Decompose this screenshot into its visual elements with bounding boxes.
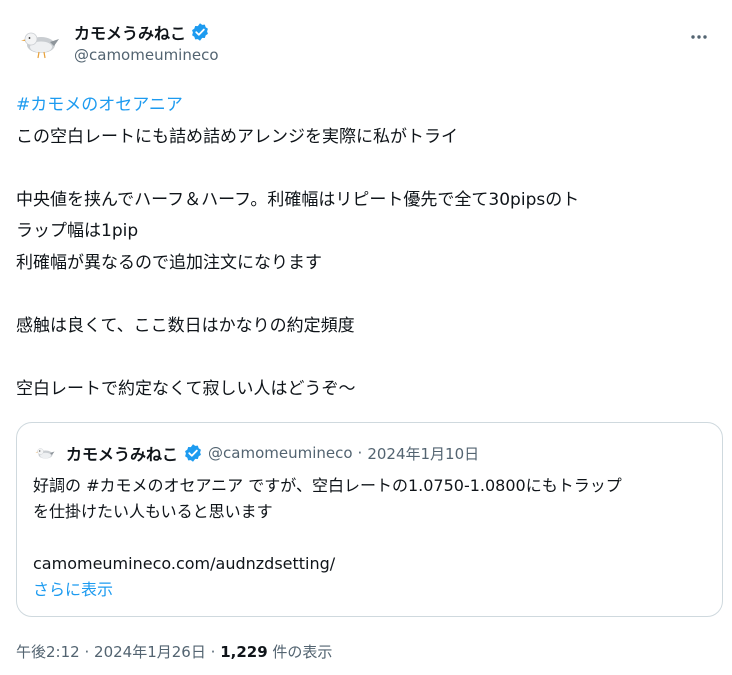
tweet-line: 感触は良くて、ここ数日はかなりの約定頻度	[16, 315, 355, 336]
quoted-hashtag: #カモメのオセアニア	[86, 476, 244, 495]
quoted-url-link[interactable]: camomeumineco.com/audnzdsetting/	[33, 551, 713, 577]
quoted-line: を仕掛けたい人もいると思います	[33, 502, 273, 521]
author-handle[interactable]: @camomeumineco	[74, 46, 219, 64]
quoted-date: 2024年1月10日	[367, 444, 480, 463]
author-display-name[interactable]: カモメうみねこ	[74, 20, 186, 44]
quoted-author-name: カモメうみねこ	[66, 445, 179, 464]
views-count: 1,229	[220, 643, 268, 661]
hashtag-link[interactable]: #カモメのオセアニア	[16, 90, 716, 122]
tweet-date[interactable]: 2024年1月26日	[94, 643, 206, 661]
tweet-line: ラップ幅は1pip	[16, 221, 139, 241]
separator-dot: ·	[84, 643, 90, 661]
tweet-header: カモメうみねこ @camomeumineco	[16, 14, 716, 70]
seagull-avatar-icon	[33, 441, 57, 465]
quoted-tweet-text: 好調の #カモメのオセアニア ですが、空白レートの1.0750-1.0800にも…	[33, 473, 713, 603]
quoted-tweet-header: カモメうみねこ @camomeumineco · 2024年1月10日	[33, 441, 479, 465]
separator-dot: ·	[357, 444, 363, 462]
quoted-tweet-card[interactable]: カモメうみねこ @camomeumineco · 2024年1月10日 好調の …	[16, 422, 723, 617]
verified-badge-icon[interactable]	[190, 22, 210, 42]
show-more-link[interactable]: さらに表示	[33, 577, 713, 603]
tweet-meta: 午後2:12 · 2024年1月26日 · 1,229 件の表示	[16, 641, 332, 662]
tweet-line: この空白レートにも詰め詰めアレンジを実際に私がトライ	[16, 126, 458, 147]
views-label: 件の表示	[272, 643, 333, 661]
tweet-line: 利確幅が異なるので追加注文になります	[16, 252, 322, 273]
more-options-icon[interactable]	[682, 20, 716, 54]
quoted-author-handle: @camomeumineco	[208, 444, 353, 462]
tweet-line: 中央値を挟んでハーフ＆ハーフ。利確幅はリピート優先で全て30pipsのト	[16, 189, 580, 210]
quoted-line: 好調の #カモメのオセアニア ですが、空白レートの1.0750-1.0800にも…	[33, 473, 713, 499]
tweet-line: 空白レートで約定なくて寂しい人はどうぞ～	[16, 378, 356, 399]
tweet-time[interactable]: 午後2:12	[16, 643, 80, 661]
tweet-text: #カモメのオセアニア この空白レートにも詰め詰めアレンジを実際に私がトライ 中央…	[16, 90, 716, 405]
quoted-text-prefix: 好調の	[33, 476, 87, 495]
verified-badge-icon	[183, 443, 203, 463]
separator-dot: ·	[210, 643, 216, 661]
seagull-avatar-icon[interactable]	[16, 18, 64, 66]
quoted-text-suffix: ですが、空白レートの1.0750-1.0800にもトラップ	[243, 476, 622, 495]
